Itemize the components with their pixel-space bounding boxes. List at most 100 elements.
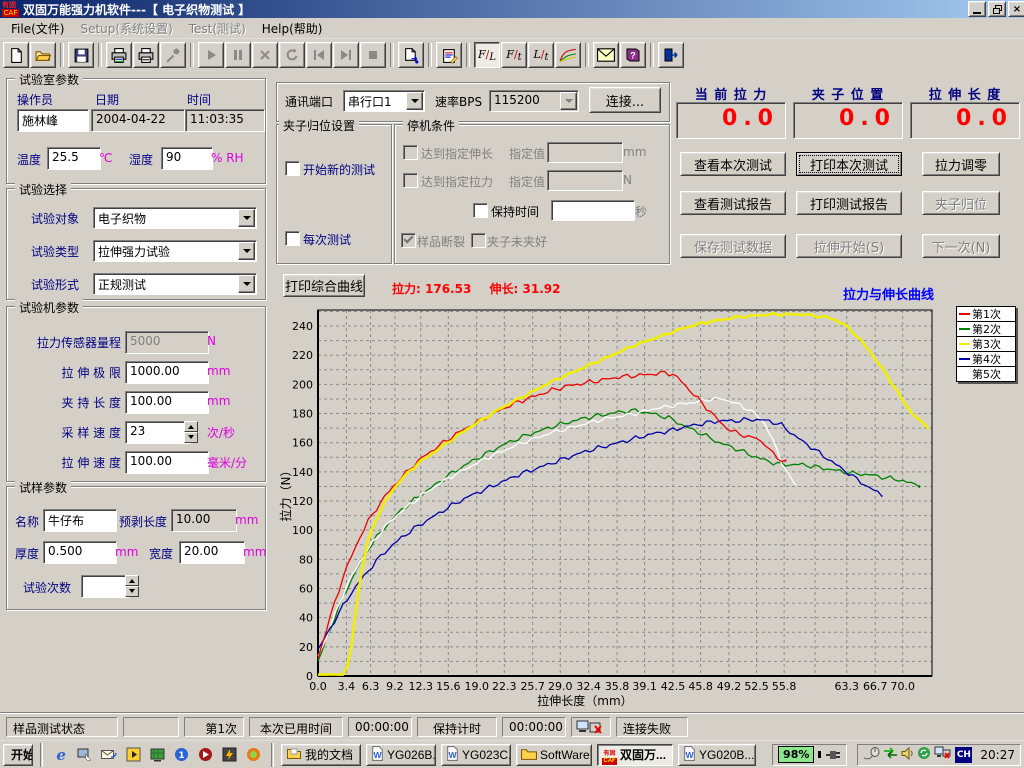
hold-time-checkbox[interactable] xyxy=(473,203,488,218)
wmp-icon[interactable] xyxy=(242,744,264,766)
action-button[interactable]: 查看测试报告 xyxy=(680,191,786,215)
volume-icon[interactable] xyxy=(901,747,914,763)
force-length-curve-icon[interactable]: F/L xyxy=(474,42,500,68)
action-button[interactable]: 查看本次测试 xyxy=(680,152,786,176)
multi-curve-icon[interactable] xyxy=(555,42,581,68)
start-button[interactable]: 开始 xyxy=(3,744,33,766)
temperature-input[interactable]: 25.5 xyxy=(47,147,101,170)
realplayer-icon[interactable] xyxy=(194,744,216,766)
clamp-reset-checkbox[interactable] xyxy=(285,161,300,176)
tools-icon[interactable] xyxy=(160,42,186,68)
print-icon[interactable] xyxy=(133,42,159,68)
print-curve-button[interactable]: 打印综合曲线 xyxy=(283,274,365,297)
language-indicator[interactable]: CH xyxy=(955,747,972,763)
open-folder-icon[interactable] xyxy=(30,42,56,68)
new-document-icon[interactable] xyxy=(3,42,29,68)
machine-param-input[interactable]: 5000 xyxy=(125,331,209,354)
action-button[interactable]: 打印测试报告 xyxy=(796,191,902,215)
pause-icon[interactable] xyxy=(225,42,251,68)
test-count-spinner[interactable] xyxy=(125,575,139,595)
reset-icon[interactable] xyxy=(279,42,305,68)
task-button[interactable]: WYG023C... xyxy=(441,744,511,766)
dropdown-arrow-icon[interactable] xyxy=(238,242,255,260)
hold-time-input[interactable] xyxy=(551,200,635,221)
sync-icon[interactable] xyxy=(917,746,931,763)
transfer-icon[interactable] xyxy=(883,747,898,762)
outlook-icon[interactable] xyxy=(98,744,120,766)
action-button[interactable]: 保存测试数据 xyxy=(680,234,786,258)
machine-param-input[interactable]: 100.00 xyxy=(125,391,209,414)
ie-icon[interactable]: e xyxy=(50,744,72,766)
save-icon[interactable] xyxy=(68,42,94,68)
mouse-icon[interactable] xyxy=(863,747,880,763)
task-button[interactable]: 有固CAF双固万... xyxy=(597,744,673,766)
operator-input[interactable]: 施林峰 xyxy=(17,109,89,132)
report-icon[interactable] xyxy=(436,42,462,68)
task-button[interactable]: SoftWare xyxy=(516,744,592,766)
action-button[interactable]: 拉力调零 xyxy=(922,152,1000,176)
stop-force-checkbox[interactable] xyxy=(403,173,418,188)
action-button[interactable]: 下一次(N) xyxy=(922,234,1000,258)
spin-up-icon[interactable] xyxy=(125,575,139,586)
connect-button[interactable]: 连接... xyxy=(589,87,661,113)
test-select-dropdown[interactable]: 拉伸强力试验 xyxy=(93,240,257,262)
thickness-input[interactable]: 0.500 xyxy=(43,541,117,564)
width-input[interactable]: 20.00 xyxy=(179,541,245,564)
exit-icon[interactable] xyxy=(658,42,684,68)
msn-icon[interactable]: 1 xyxy=(170,744,192,766)
menu-item[interactable]: Help(帮助) xyxy=(255,18,330,39)
print-preview-icon[interactable] xyxy=(106,42,132,68)
restore-button[interactable] xyxy=(988,1,1006,17)
stop-icon[interactable] xyxy=(360,42,386,68)
winamp-icon[interactable] xyxy=(218,744,240,766)
menu-item[interactable]: Setup(系统设置) xyxy=(73,18,179,39)
close-button[interactable]: × xyxy=(1008,1,1024,17)
dropdown-arrow-icon[interactable] xyxy=(406,92,423,110)
spin-up-icon[interactable] xyxy=(184,421,198,432)
action-button[interactable]: 拉伸开始(S) xyxy=(796,234,902,258)
action-button[interactable]: 夹子归位 xyxy=(922,191,1000,215)
task-button[interactable]: WYG026B... xyxy=(366,744,436,766)
action-button[interactable]: 打印本次测试 xyxy=(796,152,902,176)
machine-param-input[interactable]: 100.00 xyxy=(125,451,209,474)
sample-name-input[interactable]: 牛仔布 xyxy=(43,509,117,532)
test-count-input[interactable] xyxy=(81,575,129,598)
mail-icon[interactable] xyxy=(593,42,619,68)
stop-force-input[interactable] xyxy=(547,170,623,191)
clamp-reset-checkbox[interactable] xyxy=(285,231,300,246)
sample-break-checkbox[interactable] xyxy=(401,233,416,248)
length-time-curve-icon[interactable]: L/t xyxy=(528,42,554,68)
baud-dropdown[interactable]: 115200 xyxy=(489,90,579,112)
show-desktop-icon[interactable] xyxy=(74,744,96,766)
cancel-icon[interactable] xyxy=(252,42,278,68)
humidity-input[interactable]: 90 xyxy=(161,147,213,170)
spin-down-icon[interactable] xyxy=(125,586,139,597)
machine-param-input[interactable]: 23 xyxy=(125,421,191,444)
spin-down-icon[interactable] xyxy=(184,432,198,443)
test-select-dropdown[interactable]: 正规测试 xyxy=(93,273,257,295)
tv-icon[interactable] xyxy=(146,744,168,766)
dropdown-arrow-icon[interactable] xyxy=(560,92,577,110)
machine-param-input[interactable]: 1000.00 xyxy=(125,361,209,384)
media-player-icon[interactable] xyxy=(122,744,144,766)
clamp-loose-checkbox[interactable] xyxy=(471,233,486,248)
stop-elongation-checkbox[interactable] xyxy=(403,145,418,160)
export-data-icon[interactable] xyxy=(398,42,424,68)
stop-elongation-input[interactable] xyxy=(547,142,623,163)
first-icon[interactable] xyxy=(306,42,332,68)
play-icon[interactable] xyxy=(198,42,224,68)
dropdown-arrow-icon[interactable] xyxy=(238,275,255,293)
dropdown-arrow-icon[interactable] xyxy=(238,209,255,227)
menu-item[interactable]: File(文件) xyxy=(4,18,71,39)
force-time-curve-icon[interactable]: F/t xyxy=(501,42,527,68)
network-error-icon[interactable] xyxy=(934,746,951,763)
task-button[interactable]: 我的文档 xyxy=(281,744,361,766)
last-icon[interactable] xyxy=(333,42,359,68)
machine-param-spinner[interactable] xyxy=(184,421,198,441)
test-select-dropdown[interactable]: 电子织物 xyxy=(93,207,257,229)
minimize-button[interactable] xyxy=(968,1,986,17)
comm-port-dropdown[interactable]: 串行口1 xyxy=(343,90,425,112)
help-icon[interactable]: ? xyxy=(620,42,646,68)
menu-item[interactable]: Test(测试) xyxy=(182,18,253,39)
task-button[interactable]: WYG020B... xyxy=(678,744,756,766)
